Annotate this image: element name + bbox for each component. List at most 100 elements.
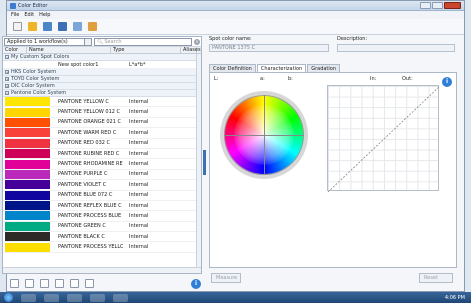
color-swatch xyxy=(5,107,50,117)
measure-label: Measure xyxy=(216,275,238,281)
clear-search-icon[interactable]: × xyxy=(194,38,200,45)
description-label: Description: xyxy=(337,36,368,42)
tab-color-definition[interactable]: Color Definition xyxy=(209,64,256,72)
table-row[interactable]: PANTONE REFLEX BLUE C Internal xyxy=(3,201,201,212)
row-type: Internal xyxy=(129,109,149,116)
import-icon[interactable] xyxy=(43,22,52,31)
column-header-type[interactable]: Type xyxy=(111,47,181,53)
add-icon[interactable] xyxy=(10,279,19,288)
taskbar-item[interactable] xyxy=(44,293,59,302)
description-field[interactable] xyxy=(337,44,455,52)
expand-icon[interactable]: + xyxy=(5,70,9,74)
reset-label: Reset xyxy=(424,275,438,281)
spot-color-list-panel: Applied to 1 workflow(s) 🔍︎ Search × Col… xyxy=(2,36,202,274)
tab-gradation[interactable]: Gradation xyxy=(307,64,341,72)
group-label: TOYO Color System xyxy=(11,76,60,82)
tab-characterization[interactable]: Characterization xyxy=(256,64,307,72)
group-dic[interactable]: + DIC Color System xyxy=(3,83,201,90)
table-row[interactable]: PANTONE RED 032 C Internal xyxy=(3,138,201,149)
group-toyo[interactable]: + TOYO Color System xyxy=(3,76,201,83)
group-hks[interactable]: + HKS Color System xyxy=(3,69,201,76)
panel-splitter[interactable] xyxy=(203,150,206,175)
curve-out-label: Out: xyxy=(402,76,413,82)
open-folder-icon[interactable] xyxy=(28,22,37,31)
table-row[interactable]: PANTONE PROCESS BLUE C Internal xyxy=(3,211,201,222)
search-input[interactable]: 🔍︎ Search xyxy=(94,37,192,46)
expand-icon[interactable]: + xyxy=(5,84,9,88)
table-row[interactable]: PANTONE RUBINE RED C Internal xyxy=(3,149,201,160)
start-button[interactable] xyxy=(4,293,13,302)
measure-button[interactable]: Measure xyxy=(211,273,241,283)
column-header-color[interactable]: Color xyxy=(3,47,27,53)
table-row[interactable]: PANTONE PURPLE C Internal xyxy=(3,169,201,181)
link-icon[interactable] xyxy=(70,279,79,288)
horizontal-scrollbar[interactable] xyxy=(3,267,201,273)
menu-file[interactable]: File xyxy=(11,12,19,18)
workflow-filter-select[interactable]: Applied to 1 workflow(s) xyxy=(4,37,92,46)
group-my-custom-spot-colors[interactable]: − My Custom Spot Colors xyxy=(3,54,201,61)
tone-curve-graph[interactable] xyxy=(327,85,440,192)
table-row[interactable]: PANTONE YELLOW C Internal xyxy=(3,97,201,108)
new-icon[interactable] xyxy=(13,22,22,31)
row-name: PANTONE GREEN C xyxy=(58,223,106,230)
row-name: PANTONE REFLEX BLUE C xyxy=(58,202,122,209)
edit-icon[interactable] xyxy=(88,22,97,31)
info-icon[interactable]: i xyxy=(191,279,201,289)
menu-help[interactable]: Help xyxy=(39,12,50,18)
info-icon[interactable]: i xyxy=(442,77,452,87)
table-row[interactable]: PANTONE PROCESS YELLOW C Internal xyxy=(3,242,201,253)
table-row[interactable]: PANTONE WARM RED C Internal xyxy=(3,128,201,139)
window-title: Color Editor xyxy=(18,2,48,9)
table-row[interactable]: New spot color1 L*a*b* xyxy=(3,61,201,69)
spot-name-field[interactable]: PANTONE 1375 C xyxy=(209,44,329,52)
group-pantone[interactable]: − Pantone Color System xyxy=(3,90,201,97)
taskbar-item[interactable] xyxy=(21,293,36,302)
color-swatch xyxy=(5,159,50,169)
row-name: PANTONE BLACK C xyxy=(58,233,105,240)
tab-bar: Color Definition Characterization Gradat… xyxy=(209,64,341,72)
row-name: PANTONE RUBINE RED C xyxy=(58,150,120,157)
tone-curve-svg xyxy=(328,86,440,192)
table-row[interactable]: PANTONE RHODAMINE RED C Internal xyxy=(3,159,201,170)
taskbar-item[interactable] xyxy=(67,293,82,302)
table-row[interactable]: PANTONE YELLOW 012 C Internal xyxy=(3,107,201,118)
group-label: Pantone Color System xyxy=(11,90,67,96)
taskbar-item[interactable] xyxy=(113,293,128,302)
table-row[interactable]: PANTONE BLUE 072 C Internal xyxy=(3,190,201,201)
menu-edit[interactable]: Edit xyxy=(24,12,34,18)
reset-button[interactable]: Reset xyxy=(419,273,453,283)
save-icon[interactable] xyxy=(58,22,67,31)
column-header-name[interactable]: Name xyxy=(27,47,111,53)
taskbar-item[interactable] xyxy=(90,293,105,302)
expand-icon[interactable]: + xyxy=(5,77,9,81)
group-label: My Custom Spot Colors xyxy=(11,54,70,60)
table-row[interactable]: PANTONE VIOLET C Internal xyxy=(3,180,201,191)
table-header: Color Name Type Aliases xyxy=(3,47,201,54)
table-icon[interactable] xyxy=(85,279,94,288)
row-type: Internal xyxy=(129,244,149,251)
grid-icon[interactable] xyxy=(40,279,49,288)
vertical-scrollbar[interactable] xyxy=(196,54,201,269)
table-row[interactable]: PANTONE GREEN C Internal xyxy=(3,221,201,233)
search-icon: 🔍︎ xyxy=(97,38,104,45)
ab-color-wheel[interactable] xyxy=(220,91,308,179)
collapse-icon[interactable]: − xyxy=(5,91,9,95)
color-swatch xyxy=(5,180,50,190)
minimize-button[interactable] xyxy=(420,2,431,9)
row-type: Internal xyxy=(129,129,149,136)
maximize-button[interactable] xyxy=(432,2,443,9)
remove-icon[interactable] xyxy=(25,279,34,288)
column-header-aliases[interactable]: Aliases xyxy=(181,47,201,53)
table-row[interactable]: PANTONE ORANGE 021 C Internal xyxy=(3,117,201,129)
duplicate-icon[interactable] xyxy=(55,279,64,288)
collapse-icon[interactable]: − xyxy=(5,55,9,59)
close-button[interactable] xyxy=(444,2,461,9)
color-swatch xyxy=(5,138,50,148)
table-row[interactable]: PANTONE BLACK C Internal xyxy=(3,232,201,243)
row-type: Internal xyxy=(129,192,149,199)
taskbar-clock: 4:06 PM xyxy=(444,294,465,301)
report-icon[interactable] xyxy=(73,22,82,31)
color-swatch xyxy=(5,211,50,221)
chevron-down-icon[interactable] xyxy=(84,38,91,45)
row-type: L*a*b* xyxy=(129,61,146,68)
